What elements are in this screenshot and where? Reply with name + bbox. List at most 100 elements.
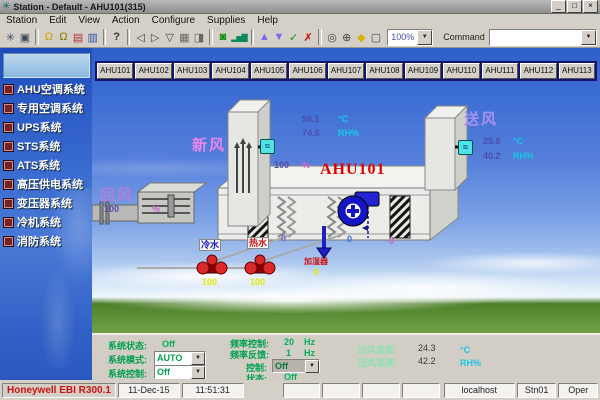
menu-supplies[interactable]: Supplies xyxy=(207,15,245,26)
control-panel: 系统状态: Off 系统模式: AUTO ▼ 系统控制: Off ▼ 频率控制:… xyxy=(92,333,600,380)
fan-status-label: 状态: xyxy=(246,372,267,380)
find-icon[interactable]: ◎ xyxy=(325,27,340,47)
humidifier-label: 加湿器 xyxy=(304,256,328,267)
zoom-level-select[interactable]: 100% ▼ xyxy=(387,29,433,46)
cold-water-position: 100 xyxy=(202,277,217,287)
raise-icon[interactable]: ▲ xyxy=(257,27,272,47)
chevron-down-icon[interactable]: ▼ xyxy=(191,352,205,365)
freq-feedback-value: 1 xyxy=(286,348,291,358)
return-damper-top xyxy=(138,183,206,192)
command-combobox[interactable]: ▼ xyxy=(489,29,597,46)
detail-display-icon[interactable]: ◙ xyxy=(216,27,231,47)
sidebar-item-special-ac[interactable]: 专用空调系统 xyxy=(3,100,83,116)
event-summary-icon[interactable]: ▥ xyxy=(85,27,100,47)
supply-air-sensor-icon[interactable]: ≈ xyxy=(458,140,473,155)
chevron-down-icon[interactable]: ▼ xyxy=(305,360,319,373)
trend-icon[interactable]: ▂▅▇ xyxy=(230,27,247,47)
toolbar: ✳ ▣ Ω Ω ▤ ▥ ? ◁ ▷ ▽ ▦ ◨ ◙ ▂▅▇ ▲ ▼ ✓ ✗ ◎ … xyxy=(0,27,600,48)
station-icon[interactable]: ✳ xyxy=(3,27,18,47)
menu-help[interactable]: Help xyxy=(257,15,278,26)
select-area-icon[interactable]: ▢ xyxy=(369,27,384,47)
chevron-down-icon[interactable]: ▼ xyxy=(417,30,432,45)
accept-icon[interactable]: ✓ xyxy=(286,27,301,47)
fan-control-select[interactable]: Off ▼ xyxy=(272,359,320,373)
pan-icon[interactable]: ◆ xyxy=(354,27,369,47)
menu-configure[interactable]: Configure xyxy=(152,15,195,26)
alarm-ack-icon[interactable]: Ω xyxy=(56,27,71,47)
hot-water-position: 100 xyxy=(250,277,265,287)
toolbar-separator xyxy=(318,29,321,45)
alert-summary-icon[interactable]: ▤ xyxy=(71,27,86,47)
return-air-damper-unit: % xyxy=(152,204,160,214)
sidebar-item-transformer[interactable]: 变压器系统 xyxy=(3,195,72,211)
sidebar-item-hv-power[interactable]: 高压供电系统 xyxy=(3,176,83,192)
return-rh-unit: RH% xyxy=(460,358,481,368)
lower-icon[interactable]: ▼ xyxy=(272,27,287,47)
close-button[interactable]: × xyxy=(583,0,598,13)
supply-air-tower xyxy=(425,118,455,190)
return-air-damper-value: 100 xyxy=(104,204,119,214)
page-back-icon[interactable]: ◁ xyxy=(133,27,148,47)
status-host: localhost xyxy=(444,383,515,398)
menu-view[interactable]: View xyxy=(78,15,100,26)
chevron-down-icon[interactable]: ▼ xyxy=(581,30,596,45)
return-temp-value: 24.3 xyxy=(418,343,436,353)
fresh-air-damper-value: 100 xyxy=(274,160,289,170)
sidebar-item-sts[interactable]: STS系统 xyxy=(3,138,60,154)
system-icon xyxy=(3,160,14,171)
print-icon[interactable]: ▦ xyxy=(177,27,192,47)
command-label: Command xyxy=(443,32,485,42)
toolbar-separator xyxy=(127,29,130,45)
readout-mid-zero: 0 xyxy=(347,234,352,244)
sidebar-item-ahu[interactable]: AHU空调系统 xyxy=(3,81,85,97)
zoom-icon[interactable]: ⊕ xyxy=(339,27,354,47)
return-damper xyxy=(138,192,194,223)
brand-label: Honeywell EBI R300.1 xyxy=(2,383,116,398)
fresh-air-rh: 74.6 xyxy=(302,128,320,138)
supply-air-temp: 25.8 xyxy=(483,136,501,146)
window-title: Station - Default - AHU101(315) xyxy=(13,2,550,12)
sidebar-item-ats[interactable]: ATS系统 xyxy=(3,157,60,173)
display-icon[interactable]: ▣ xyxy=(18,27,33,47)
system-control-select[interactable]: Off ▼ xyxy=(154,365,206,379)
system-icon xyxy=(3,198,14,209)
chevron-down-icon[interactable]: ▼ xyxy=(191,366,205,379)
status-empty-3 xyxy=(362,383,400,398)
minimize-button[interactable]: _ xyxy=(551,0,566,13)
menu-action[interactable]: Action xyxy=(112,15,140,26)
system-icon xyxy=(3,84,14,95)
toolbar-separator xyxy=(35,29,38,45)
zoom-level-value: 100% xyxy=(388,32,417,42)
menu-edit[interactable]: Edit xyxy=(49,15,66,26)
system-icon xyxy=(3,141,14,152)
fresh-air-sensor-icon[interactable]: ≈ xyxy=(260,139,275,154)
system-icon xyxy=(3,179,14,190)
capture-icon[interactable]: ◨ xyxy=(192,27,207,47)
status-date: 11-Dec-15 xyxy=(118,383,180,398)
page-recall-icon[interactable]: ▽ xyxy=(162,27,177,47)
help-icon[interactable]: ? xyxy=(109,27,124,47)
sidebar-item-fire[interactable]: 消防系统 xyxy=(3,233,61,249)
fresh-air-temp: 58.1 xyxy=(302,114,320,124)
page-forward-icon[interactable]: ▷ xyxy=(148,27,163,47)
menu-bar: Station Edit View Action Configure Suppl… xyxy=(0,14,600,27)
status-empty-1 xyxy=(283,383,321,398)
system-icon xyxy=(3,122,14,133)
toolbar-separator xyxy=(209,29,212,45)
reject-icon[interactable]: ✗ xyxy=(301,27,316,47)
ahu-schematic xyxy=(92,48,600,380)
alarm-summary-icon[interactable]: Ω xyxy=(42,27,57,47)
status-empty-2 xyxy=(322,383,360,398)
title-bar: ✳ Station - Default - AHU101(315) _ □ × xyxy=(0,0,600,14)
sidebar-item-ups[interactable]: UPS系统 xyxy=(3,119,62,135)
maximize-button[interactable]: □ xyxy=(567,0,582,13)
supply-air-rh-unit: RH% xyxy=(513,151,534,161)
sidebar-header-box xyxy=(3,53,90,78)
menu-station[interactable]: Station xyxy=(6,15,37,26)
sidebar-item-chiller[interactable]: 冷机系统 xyxy=(3,214,61,230)
system-mode-select[interactable]: AUTO ▼ xyxy=(154,351,206,365)
freq-control-unit: Hz xyxy=(304,337,315,347)
system-icon xyxy=(3,103,14,114)
sidebar: AHU空调系统 专用空调系统 UPS系统 STS系统 ATS系统 高压供电系统 … xyxy=(0,48,92,380)
return-rh-value: 42.2 xyxy=(418,356,436,366)
